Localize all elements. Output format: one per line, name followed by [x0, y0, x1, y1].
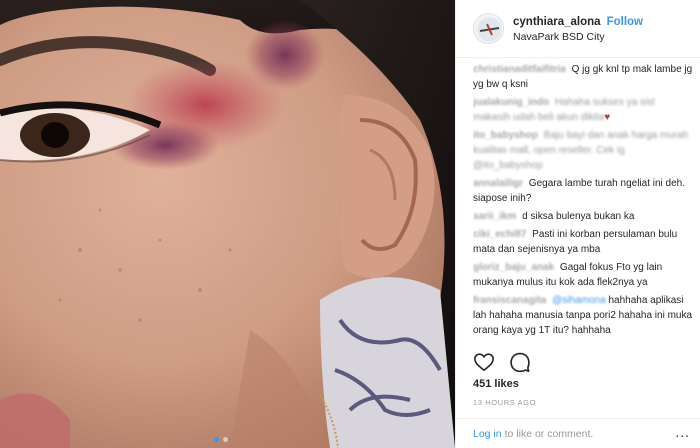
comment-text: d siksa bulenya bukan ka [522, 211, 635, 222]
carousel-indicator [214, 437, 228, 442]
location-link[interactable]: NavaPark BSD City [513, 30, 643, 45]
comment-username[interactable]: ito_babyshop [473, 130, 538, 141]
comment-button[interactable] [509, 351, 531, 373]
login-link[interactable]: Log in [473, 428, 502, 440]
carousel-dot-active[interactable] [214, 437, 219, 442]
comment-item: ciki_echi87 Pasti ini korban persulaman … [473, 227, 693, 257]
comment-item: christianaditfaifitria Q jg gk knl tp ma… [473, 62, 693, 92]
comment-username[interactable]: ciki_echi87 [473, 229, 526, 240]
comment-list: christianaditfaifitria Q jg gk knl tp ma… [473, 62, 693, 345]
comment-username[interactable]: jualakunig_indo [473, 97, 549, 108]
comment-mention-link[interactable]: @sihamona [552, 295, 606, 306]
bruised-face-photo [0, 0, 455, 448]
comment-username[interactable]: annalailigr [473, 178, 523, 189]
comment-item: ito_babyshop Baju bayi dan anak harga mu… [473, 128, 693, 173]
comment-icon [510, 352, 530, 373]
like-button[interactable] [473, 351, 495, 373]
comment-item: annalailigr Gegara lambe turah ngeliat i… [473, 176, 693, 206]
post-timestamp: 13 HOURS AGO [473, 398, 537, 407]
follow-button[interactable]: Follow [607, 16, 643, 28]
heart-icon [474, 353, 494, 372]
login-footer-text: to like or comment. [504, 427, 594, 440]
comment-username[interactable]: gloriz_baju_anak [473, 262, 554, 273]
instagram-post: cynthiara_alona Follow NavaPark BSD City … [0, 0, 700, 448]
likes-count[interactable]: 451 likes [473, 378, 519, 390]
comment-username[interactable]: christianaditfaifitria [473, 64, 566, 75]
comment-username[interactable]: fransiscanagita [473, 295, 546, 306]
avatar[interactable] [473, 13, 504, 44]
post-header: cynthiara_alona Follow NavaPark BSD City [456, 0, 700, 58]
comment-item: jualakunig_indo Hahaha sukses ya sist ma… [473, 95, 693, 125]
login-footer: Log in to like or comment. [456, 418, 700, 448]
more-options-button[interactable]: ... [675, 424, 690, 440]
comment-item: gloriz_baju_anak Gagal fokus Fto yg lain… [473, 260, 693, 290]
heart-emoji-icon: ♥ [604, 112, 611, 123]
username-link[interactable]: cynthiara_alona [513, 16, 601, 28]
comment-username[interactable]: sarii_ikm [473, 211, 516, 222]
post-side-panel: cynthiara_alona Follow NavaPark BSD City … [455, 0, 700, 448]
comment-item: sarii_ikm d siksa bulenya bukan ka [473, 209, 693, 224]
post-actions [473, 351, 531, 373]
carousel-dot[interactable] [223, 437, 228, 442]
comment-item: fransiscanagita @sihamona hahhaha aplika… [473, 293, 693, 338]
post-photo[interactable] [0, 0, 455, 448]
